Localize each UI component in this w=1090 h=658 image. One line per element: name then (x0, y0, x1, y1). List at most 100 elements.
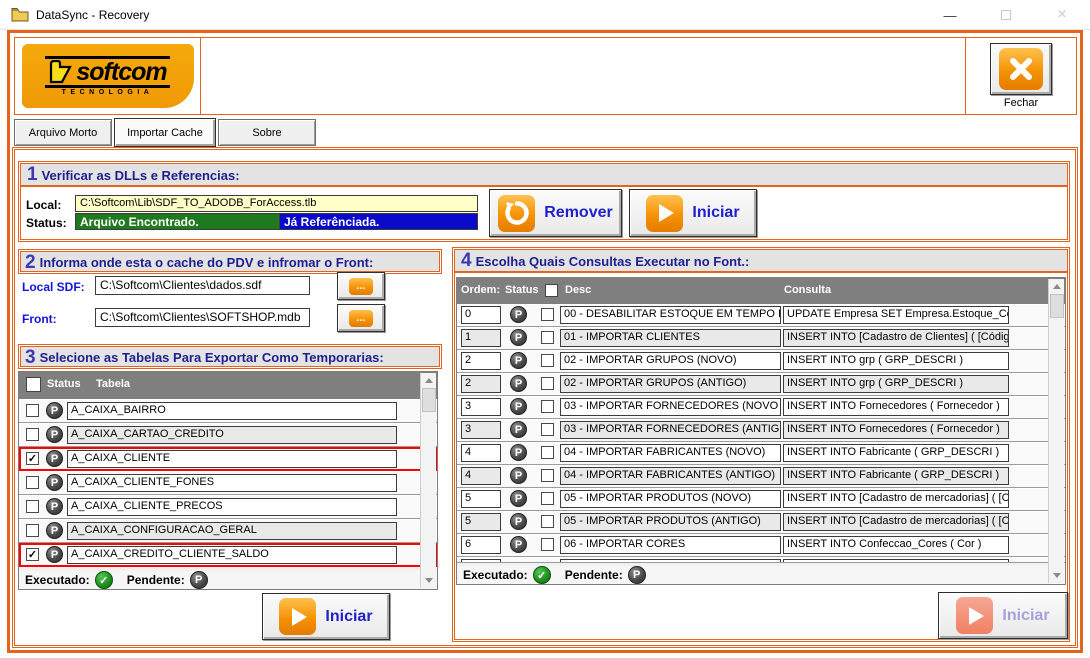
fechar-button[interactable] (990, 43, 1052, 95)
table-row[interactable]: A_CAIXA_CLIENTE_PRECOS (19, 495, 437, 519)
iniciar-dll-button[interactable]: Iniciar (629, 189, 757, 237)
table-name-field[interactable]: A_CAIXA_BAIRRO (67, 402, 397, 420)
ordem-field[interactable]: 1 (461, 329, 501, 347)
tab-importar-cache[interactable]: Importar Cache (114, 118, 216, 147)
ordem-field[interactable]: 3 (461, 421, 501, 439)
table-name-field[interactable]: A_CAIXA_CONFIGURACAO_GERAL (67, 522, 397, 540)
tab-sobre[interactable]: Sobre (218, 119, 316, 146)
consulta-field[interactable]: UPDATE Empresa SET Empresa.Estoque_Co (783, 306, 1009, 324)
ordem-field[interactable]: 2 (461, 375, 501, 393)
maximize-button[interactable] (978, 0, 1034, 30)
iniciar-export-button[interactable]: Iniciar (262, 593, 390, 640)
browse-sdf-button[interactable]: ... (337, 272, 385, 300)
table-row[interactable]: A_CAIXA_CONFIGURACAO_GERAL (19, 519, 437, 543)
query-row[interactable]: 5 05 - IMPORTAR PRODUTOS (ANTIGO) INSERT… (457, 511, 1065, 534)
row-checkbox[interactable] (541, 469, 554, 482)
ordem-field[interactable]: 0 (461, 306, 501, 324)
consulta-field[interactable]: INSERT INTO [Cadastro de mercadorias] ( … (783, 490, 1009, 508)
query-row[interactable]: 2 02 - IMPORTAR GRUPOS (ANTIGO) INSERT I… (457, 373, 1065, 396)
row-checkbox[interactable] (541, 446, 554, 459)
consulta-field[interactable]: INSERT INTO grp ( GRP_DESCRI ) (783, 375, 1009, 393)
query-row[interactable]: 4 04 - IMPORTAR FABRICANTES (ANTIGO) INS… (457, 465, 1065, 488)
row-checkbox[interactable]: ✓ (26, 548, 39, 561)
table-name-field[interactable]: A_CAIXA_CARTAO_CREDITO (67, 426, 397, 444)
desc-field[interactable]: 05 - IMPORTAR PRODUTOS (ANTIGO) (560, 513, 781, 531)
scroll-up-icon[interactable] (1050, 279, 1064, 294)
row-checkbox[interactable] (541, 377, 554, 390)
ordem-field[interactable]: 4 (461, 444, 501, 462)
ordem-field[interactable]: 5 (461, 490, 501, 508)
ordem-field[interactable]: 6 (461, 536, 501, 554)
scrollbar-thumb[interactable] (421, 388, 436, 412)
query-row[interactable]: 2 02 - IMPORTAR GRUPOS (NOVO) INSERT INT… (457, 350, 1065, 373)
desc-field[interactable]: 03 - IMPORTAR FORNECEDORES (ANTIG (560, 421, 781, 439)
remover-button[interactable]: Remover (489, 189, 622, 237)
query-row[interactable]: 3 03 - IMPORTAR FORNECEDORES (ANTIG INSE… (457, 419, 1065, 442)
tables-scrollbar[interactable] (420, 373, 436, 588)
ordem-field[interactable]: 5 (461, 513, 501, 531)
table-name-field[interactable]: A_CAIXA_CLIENTE_PRECOS (67, 498, 397, 516)
desc-field[interactable]: 01 - IMPORTAR CLIENTES (560, 329, 781, 347)
scrollbar-thumb[interactable] (1049, 294, 1064, 318)
row-checkbox[interactable] (26, 404, 39, 417)
select-all-checkbox[interactable] (26, 377, 41, 392)
query-row[interactable]: 1 01 - IMPORTAR CLIENTES INSERT INTO [Ca… (457, 327, 1065, 350)
table-row[interactable]: A_CAIXA_CARTAO_CREDITO (19, 423, 437, 447)
table-row[interactable]: A_CAIXA_BAIRRO (19, 399, 437, 423)
table-row[interactable]: A_CAIXA_CLIENTE_FONES (19, 471, 437, 495)
desc-field[interactable]: 02 - IMPORTAR GRUPOS (NOVO) (560, 352, 781, 370)
consulta-field[interactable]: INSERT INTO Fabricante ( GRP_DESCRI ) (783, 467, 1009, 485)
local-sdf-field[interactable]: C:\Softcom\Clientes\dados.sdf (95, 276, 310, 295)
row-checkbox[interactable]: ✓ (26, 452, 39, 465)
row-checkbox[interactable] (541, 538, 554, 551)
row-checkbox[interactable] (26, 476, 39, 489)
select-all-checkbox[interactable] (545, 284, 558, 297)
consulta-field[interactable]: INSERT INTO Fornecedores ( Fornecedor ) (783, 421, 1009, 439)
table-name-field[interactable]: A_CAIXA_CLIENTE (67, 450, 397, 468)
front-field[interactable]: C:\Softcom\Clientes\SOFTSHOP.mdb (95, 308, 310, 327)
consulta-field[interactable]: INSERT INTO Fabricante ( GRP_DESCRI ) (783, 444, 1009, 462)
scroll-down-icon[interactable] (422, 573, 436, 588)
row-checkbox[interactable] (541, 331, 554, 344)
row-checkbox[interactable] (541, 308, 554, 321)
query-row[interactable]: 3 03 - IMPORTAR FORNECEDORES (NOVO INSER… (457, 396, 1065, 419)
desc-field[interactable]: 03 - IMPORTAR FORNECEDORES (NOVO (560, 398, 781, 416)
row-checkbox[interactable] (541, 400, 554, 413)
desc-field[interactable]: 04 - IMPORTAR FABRICANTES (ANTIGO) (560, 467, 781, 485)
row-checkbox[interactable] (541, 354, 554, 367)
desc-field[interactable]: 00 - DESABILITAR ESTOQUE EM TEMPO I (560, 306, 781, 324)
consulta-field[interactable]: INSERT INTO [Cadastro de mercadorias] ( … (783, 513, 1009, 531)
desc-field[interactable]: 06 - IMPORTAR CORES (560, 536, 781, 554)
desc-field[interactable]: 05 - IMPORTAR PRODUTOS (NOVO) (560, 490, 781, 508)
row-checkbox[interactable] (26, 500, 39, 513)
desc-field[interactable]: 04 - IMPORTAR FABRICANTES (NOVO) (560, 444, 781, 462)
close-button[interactable]: × (1034, 0, 1090, 30)
query-row[interactable]: 5 05 - IMPORTAR PRODUTOS (NOVO) INSERT I… (457, 488, 1065, 511)
consulta-field[interactable]: INSERT INTO Confeccao_Cores ( Cor ) (783, 536, 1009, 554)
scroll-up-icon[interactable] (422, 373, 436, 388)
ordem-field[interactable]: 3 (461, 398, 501, 416)
row-checkbox[interactable] (26, 524, 39, 537)
scroll-down-icon[interactable] (1050, 568, 1064, 583)
row-checkbox[interactable] (541, 423, 554, 436)
consulta-field[interactable]: INSERT INTO Fornecedores ( Fornecedor ) (783, 398, 1009, 416)
row-checkbox[interactable] (541, 492, 554, 505)
tab-arquivo-morto[interactable]: Arquivo Morto (14, 119, 112, 146)
ordem-field[interactable]: 4 (461, 467, 501, 485)
browse-front-button[interactable]: ... (337, 304, 385, 332)
query-row[interactable]: 6 06 - IMPORTAR CORES INSERT INTO Confec… (457, 534, 1065, 557)
desc-field[interactable]: 02 - IMPORTAR GRUPOS (ANTIGO) (560, 375, 781, 393)
table-name-field[interactable]: A_CAIXA_CREDITO_CLIENTE_SALDO (67, 546, 397, 564)
row-checkbox[interactable] (26, 428, 39, 441)
queries-scrollbar[interactable] (1048, 279, 1064, 583)
minimize-button[interactable]: — (922, 0, 978, 30)
row-checkbox[interactable] (541, 515, 554, 528)
consulta-field[interactable]: INSERT INTO [Cadastro de Clientes] ( [Có… (783, 329, 1009, 347)
table-row-selected[interactable]: ✓ A_CAIXA_CLIENTE (19, 447, 437, 471)
query-row[interactable]: 4 04 - IMPORTAR FABRICANTES (NOVO) INSER… (457, 442, 1065, 465)
local-path-field[interactable]: C:\Softcom\Lib\SDF_TO_ADODB_ForAccess.tl… (75, 195, 478, 212)
ordem-field[interactable]: 2 (461, 352, 501, 370)
query-row[interactable]: 0 00 - DESABILITAR ESTOQUE EM TEMPO I UP… (457, 304, 1065, 327)
table-row-selected[interactable]: ✓ A_CAIXA_CREDITO_CLIENTE_SALDO (19, 543, 437, 567)
consulta-field[interactable]: INSERT INTO grp ( GRP_DESCRI ) (783, 352, 1009, 370)
